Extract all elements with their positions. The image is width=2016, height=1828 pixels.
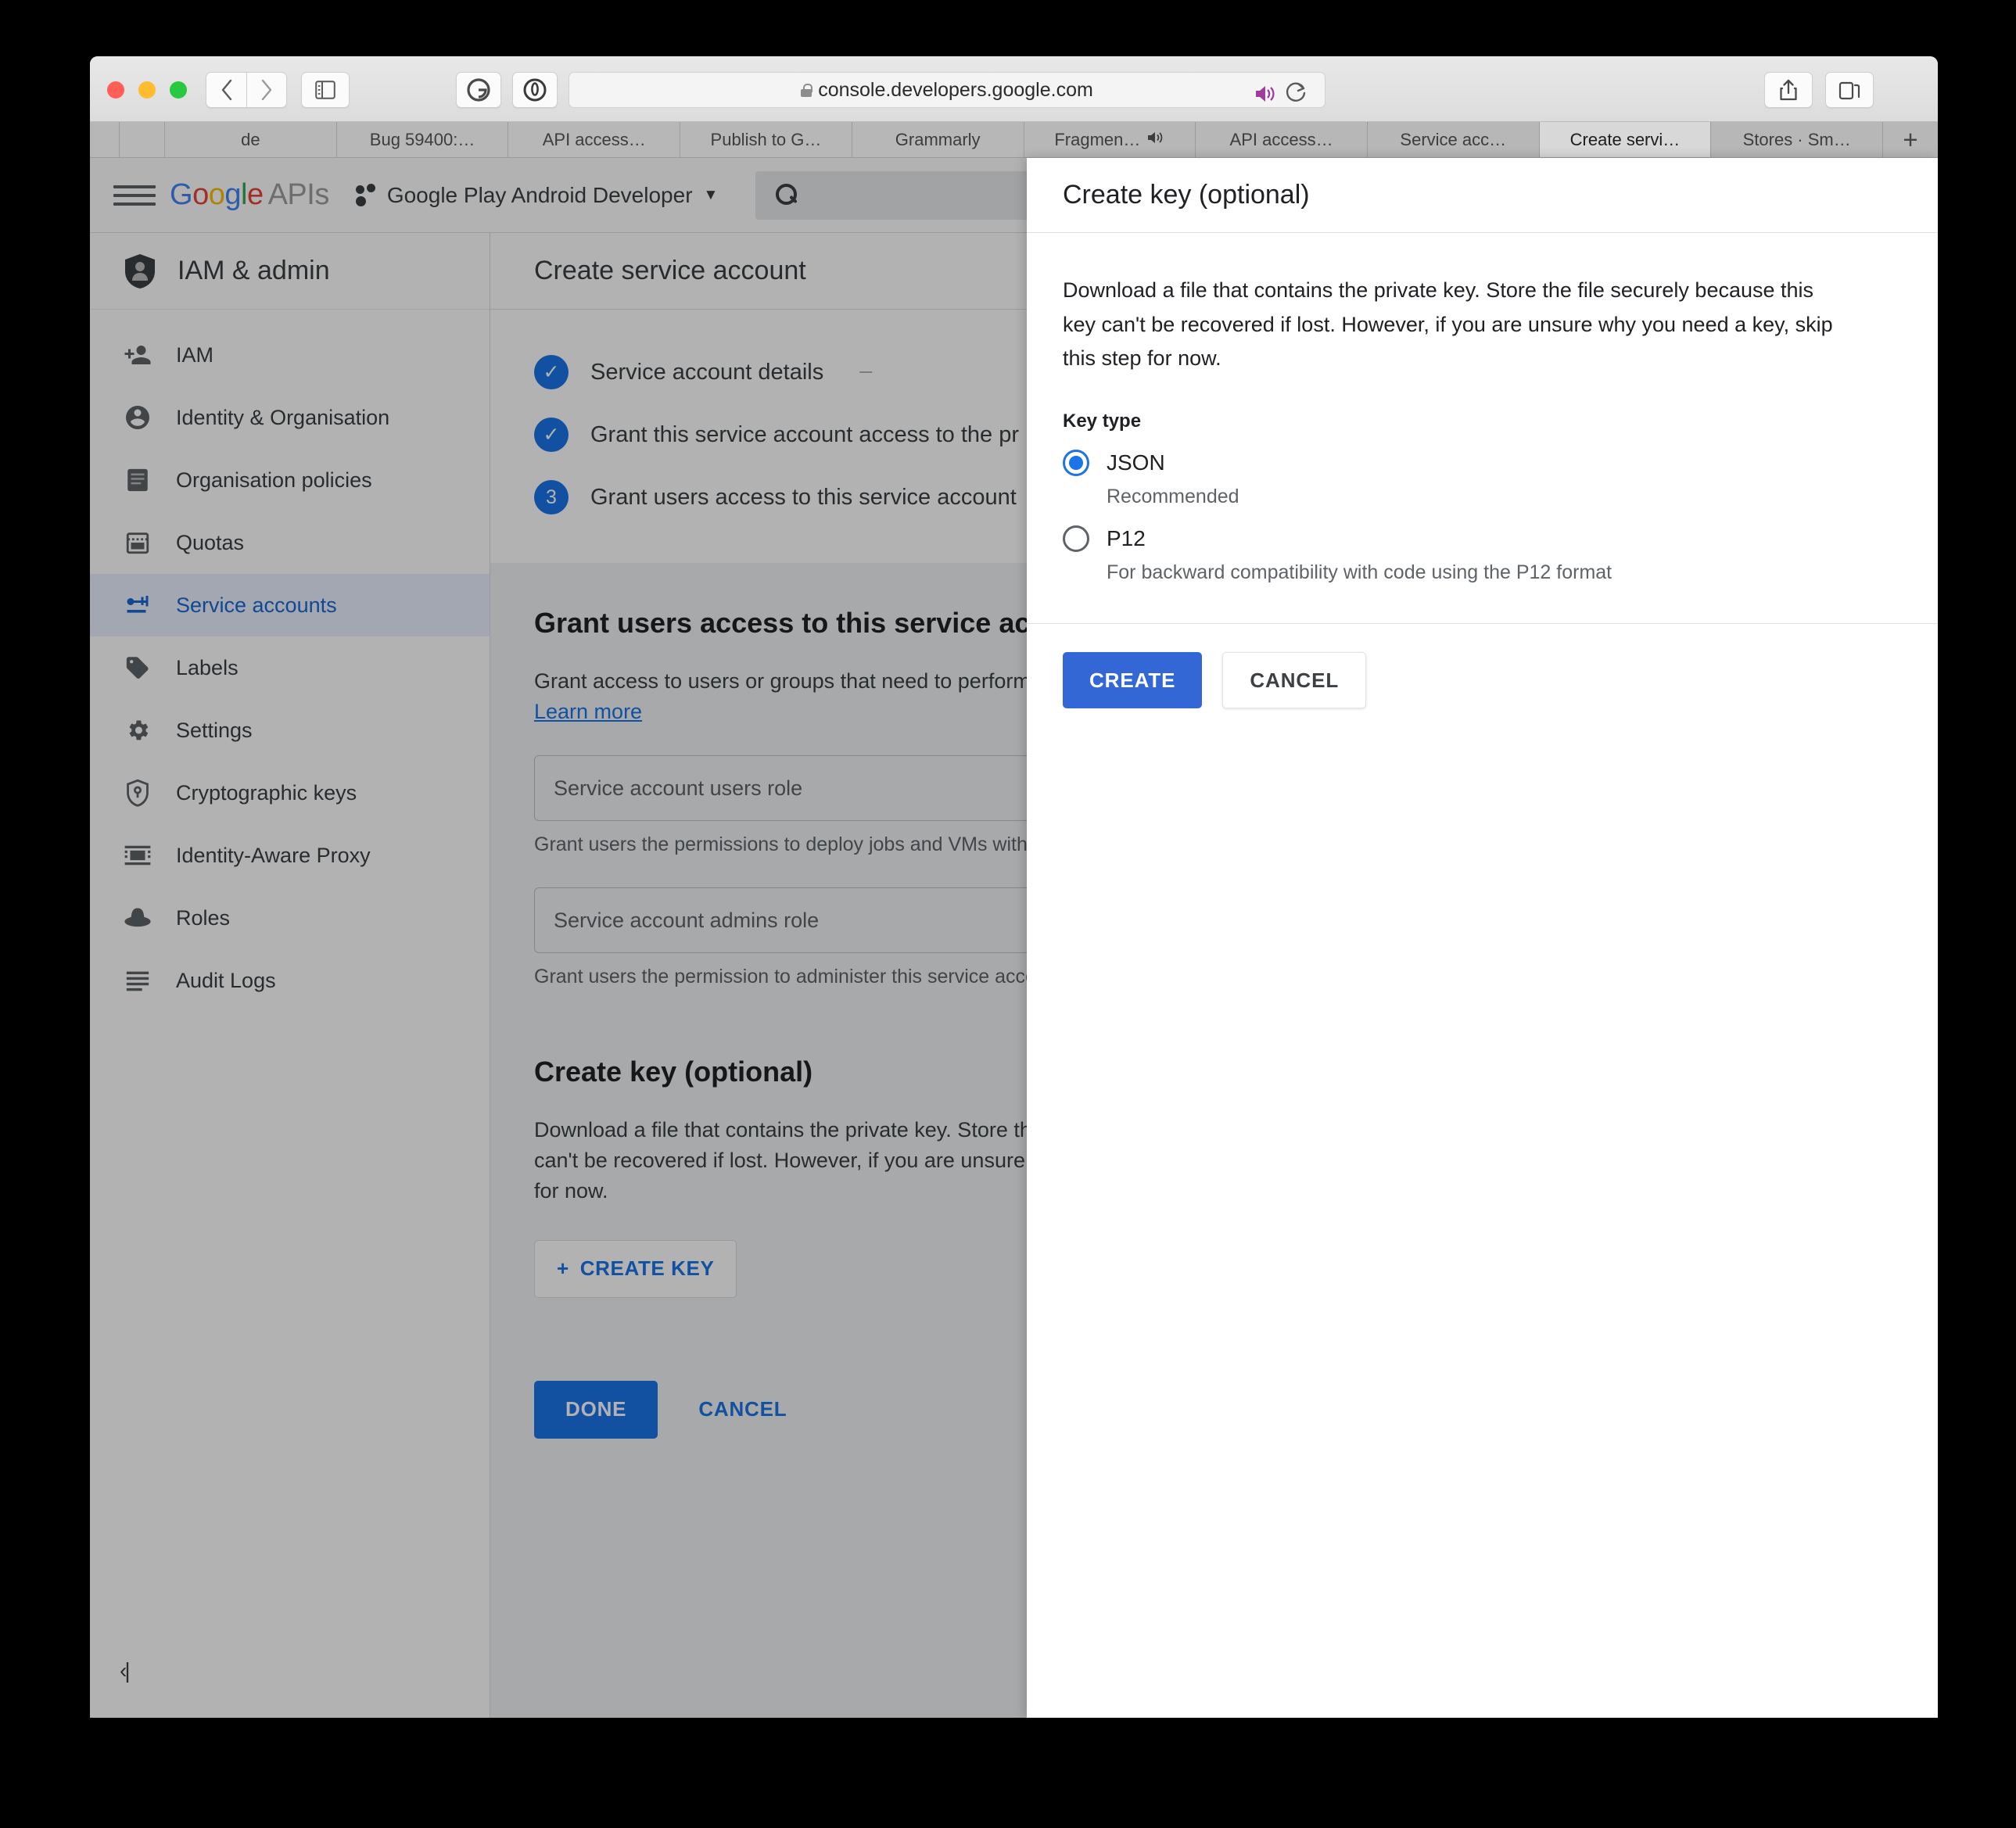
browser-tab[interactable]: Bug 59400:… bbox=[336, 122, 509, 157]
browser-tab-label: de bbox=[241, 129, 260, 149]
key-type-json-sublabel: Recommended bbox=[1107, 486, 1239, 508]
browser-tab[interactable]: Fragmen… bbox=[1024, 122, 1196, 157]
browser-toolbar: console.developers.google.com bbox=[90, 56, 1938, 122]
browser-window: console.developers.google.com de Bug 594… bbox=[90, 56, 1938, 1718]
close-window-button[interactable] bbox=[107, 81, 124, 99]
browser-tab-label: Create servi… bbox=[1569, 129, 1681, 149]
create-key-dialog: Create key (optional) Download a file th… bbox=[1027, 158, 1938, 1718]
tabs-icon bbox=[1838, 81, 1860, 100]
browser-tab-label: Grammarly bbox=[895, 129, 981, 149]
browser-tab[interactable]: Create servi… bbox=[1539, 122, 1712, 157]
tab-overview-button[interactable] bbox=[1825, 72, 1874, 108]
browser-tab[interactable]: de bbox=[165, 122, 337, 157]
key-type-option-json[interactable]: JSON bbox=[1063, 450, 1902, 477]
dialog-actions: CREATE CANCEL bbox=[1027, 624, 1938, 737]
share-button[interactable] bbox=[1764, 72, 1813, 108]
key-type-p12-sublabel: For backward compatibility with code usi… bbox=[1107, 561, 1612, 584]
browser-tab-label: Bug 59400:… bbox=[369, 129, 475, 149]
speaker-glyph bbox=[1256, 85, 1275, 102]
browser-tab[interactable]: Service acc… bbox=[1367, 122, 1540, 157]
browser-tab-label: Stores · Sm… bbox=[1742, 129, 1851, 149]
browser-tab-label: Service acc… bbox=[1400, 129, 1507, 149]
reload-glyph bbox=[1286, 82, 1306, 102]
browser-tab[interactable]: Stores · Sm… bbox=[1711, 122, 1884, 157]
browser-tab[interactable] bbox=[90, 122, 120, 157]
speaker-icon[interactable] bbox=[1254, 84, 1278, 107]
browser-tab[interactable]: Publish to G… bbox=[680, 122, 852, 157]
sidebar-icon bbox=[315, 81, 335, 99]
browser-tab[interactable]: API access… bbox=[1196, 122, 1368, 157]
dialog-cancel-button[interactable]: CANCEL bbox=[1222, 652, 1367, 709]
browser-tab[interactable] bbox=[120, 122, 165, 157]
dialog-create-button[interactable]: CREATE bbox=[1063, 652, 1203, 709]
key-type-p12-label: P12 bbox=[1107, 526, 1146, 551]
share-icon bbox=[1780, 79, 1797, 101]
browser-tab[interactable]: API access… bbox=[508, 122, 681, 157]
grammarly-icon bbox=[467, 78, 490, 102]
address-bar[interactable]: console.developers.google.com bbox=[569, 72, 1325, 108]
radio-p12-icon[interactable] bbox=[1063, 525, 1089, 553]
sidebar-toggle-button[interactable] bbox=[301, 72, 350, 108]
tab-speaker-icon[interactable] bbox=[1147, 131, 1164, 149]
dialog-body: Download a file that contains the privat… bbox=[1027, 233, 1938, 584]
radio-json-icon[interactable] bbox=[1063, 450, 1089, 477]
grammarly-extension-button[interactable] bbox=[456, 72, 501, 108]
key-type-json-label: JSON bbox=[1107, 450, 1165, 475]
key-type-label: Key type bbox=[1063, 410, 1142, 432]
chevron-right-icon bbox=[261, 79, 272, 101]
url-text: console.developers.google.com bbox=[818, 78, 1093, 101]
new-tab-button[interactable]: + bbox=[1883, 122, 1938, 157]
info-circle-icon bbox=[523, 78, 547, 102]
reload-icon[interactable] bbox=[1286, 81, 1308, 109]
chevron-left-icon bbox=[221, 79, 231, 101]
nav-forward-button[interactable] bbox=[246, 72, 287, 108]
dialog-description: Download a file that contains the privat… bbox=[1063, 278, 1833, 371]
onepassword-extension-button[interactable] bbox=[512, 72, 558, 108]
window-traffic-lights bbox=[107, 81, 187, 99]
browser-tab[interactable]: Grammarly bbox=[852, 122, 1024, 157]
page-content: Google APIs Google Play Android Developer… bbox=[90, 158, 1938, 1718]
media-indicator bbox=[1254, 81, 1308, 109]
browser-tab-label: API access… bbox=[1229, 129, 1333, 149]
lock-icon bbox=[801, 83, 813, 97]
dialog-title: Create key (optional) bbox=[1027, 158, 1938, 233]
browser-tab-label: Fragmen… bbox=[1054, 129, 1141, 149]
key-type-option-p12[interactable]: P12 bbox=[1063, 525, 1902, 553]
tab-strip: de Bug 59400:… API access… Publish to G… Gra… bbox=[90, 122, 1938, 158]
nav-back-button[interactable] bbox=[206, 72, 246, 108]
minimize-window-button[interactable] bbox=[138, 81, 156, 99]
browser-tab-label: Publish to G… bbox=[710, 129, 822, 149]
browser-tab-label: API access… bbox=[542, 129, 646, 149]
maximize-window-button[interactable] bbox=[170, 81, 187, 99]
